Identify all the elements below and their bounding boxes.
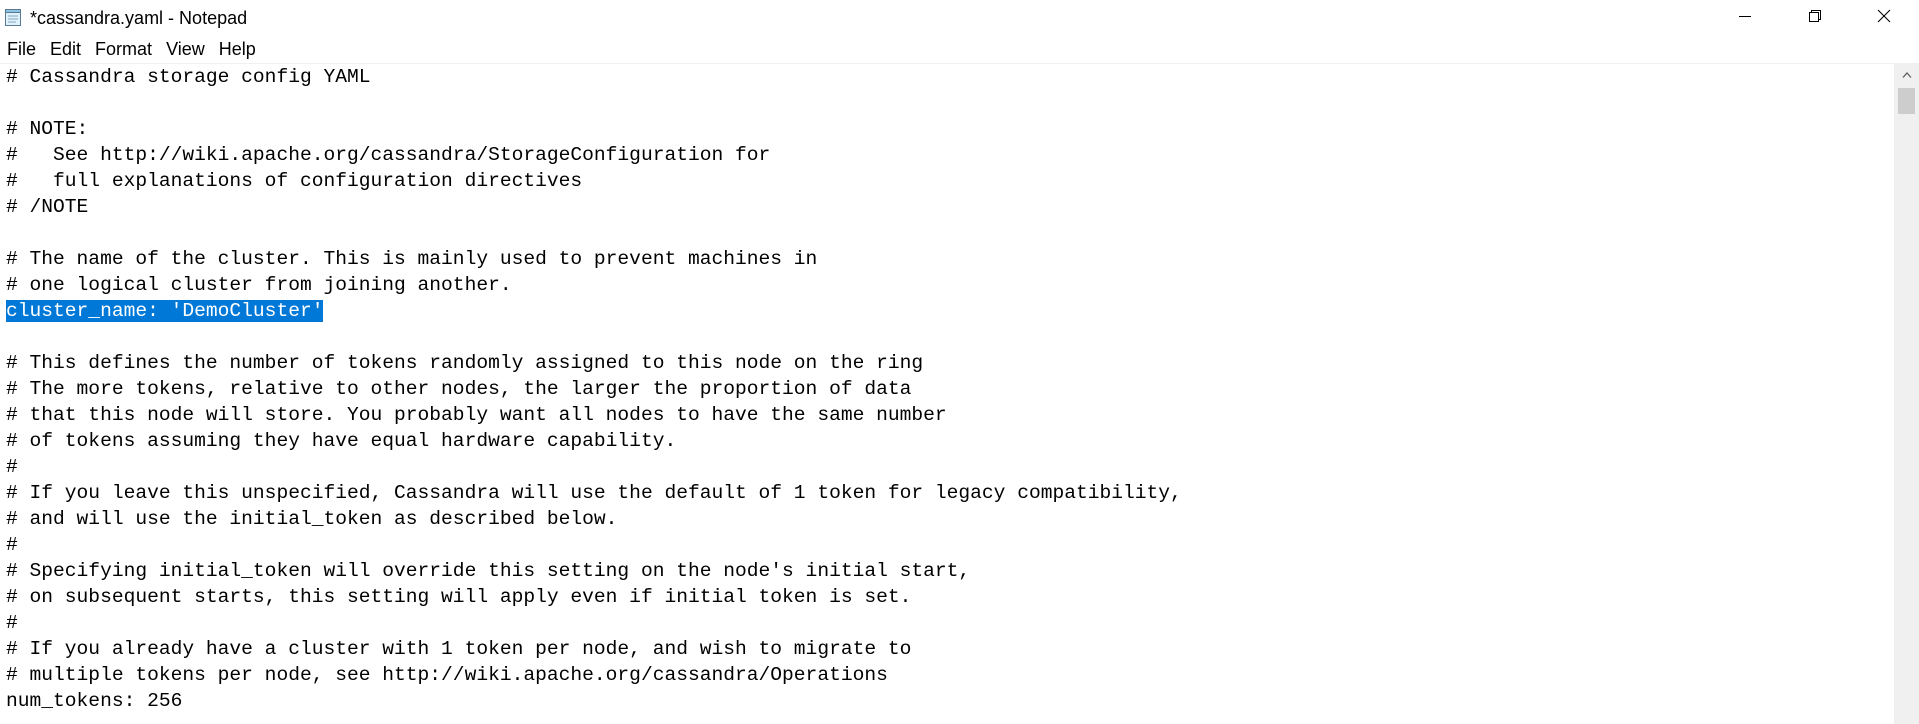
restore-button[interactable] [1780, 0, 1850, 36]
scroll-up-button[interactable] [1894, 64, 1919, 86]
editor-line[interactable]: # multiple tokens per node, see http://w… [6, 662, 1182, 688]
line-text: # If you leave this unspecified, Cassand… [6, 482, 1182, 504]
menu-format[interactable]: Format [88, 36, 159, 62]
text-editor[interactable]: # Cassandra storage config YAML # NOTE: # … [0, 64, 1894, 724]
minimize-icon [1737, 8, 1753, 29]
editor-line[interactable]: # If you already have a cluster with 1 t… [6, 636, 1182, 662]
line-text: # [6, 612, 18, 634]
scroll-up-arrow-icon [1902, 66, 1912, 84]
line-text: # NOTE: [6, 118, 89, 140]
editor-line[interactable]: # If you leave this unspecified, Cassand… [6, 480, 1182, 506]
line-text: # full explanations of configuration dir… [6, 170, 583, 192]
editor-line[interactable]: num_tokens: 256 [6, 688, 1182, 714]
line-text: # and will use the initial_token as desc… [6, 508, 618, 530]
editor-line[interactable]: # The name of the cluster. This is mainl… [6, 246, 1182, 272]
line-text: # multiple tokens per node, see http://w… [6, 664, 888, 686]
menu-bar: File Edit Format View Help [0, 36, 1919, 62]
close-button[interactable] [1849, 0, 1919, 36]
selected-text: cluster_name: 'DemoCluster' [6, 300, 324, 322]
editor-line[interactable] [6, 324, 1182, 350]
editor-line[interactable]: # See http://wiki.apache.org/cassandra/S… [6, 142, 1182, 168]
line-text: # that this node will store. You probabl… [6, 404, 947, 426]
line-text: # Cassandra storage config YAML [6, 66, 371, 88]
editor-line[interactable]: # [6, 454, 1182, 480]
editor-content[interactable]: # Cassandra storage config YAML # NOTE: # … [6, 64, 1182, 714]
line-text: # The name of the cluster. This is mainl… [6, 248, 818, 270]
notepad-window: *cassandra.yaml - Notepad File Edit Form… [0, 0, 1919, 724]
vertical-scrollbar[interactable] [1894, 64, 1919, 724]
line-text: # If you already have a cluster with 1 t… [6, 638, 912, 660]
editor-line[interactable]: # /NOTE [6, 194, 1182, 220]
menu-view[interactable]: View [159, 36, 212, 62]
menu-help[interactable]: Help [212, 36, 263, 62]
line-text: # one logical cluster from joining anoth… [6, 274, 512, 296]
editor-line[interactable]: # NOTE: [6, 116, 1182, 142]
close-icon [1876, 8, 1892, 29]
editor-line[interactable]: # This defines the number of tokens rand… [6, 350, 1182, 376]
menu-edit[interactable]: Edit [43, 36, 88, 62]
title-bar[interactable]: *cassandra.yaml - Notepad [0, 0, 1919, 36]
line-text: num_tokens: 256 [6, 690, 183, 712]
line-text: # Specifying initial_token will override… [6, 560, 971, 582]
editor-line[interactable] [6, 220, 1182, 246]
editor-line[interactable]: # Specifying initial_token will override… [6, 558, 1182, 584]
menu-file[interactable]: File [0, 36, 43, 62]
editor-line[interactable] [6, 90, 1182, 116]
editor-line[interactable]: # on subsequent starts, this setting wil… [6, 584, 1182, 610]
restore-icon [1807, 8, 1823, 29]
editor-line[interactable]: # one logical cluster from joining anoth… [6, 272, 1182, 298]
line-text: # of tokens assuming they have equal har… [6, 430, 677, 452]
line-text: # /NOTE [6, 196, 89, 218]
line-text: # This defines the number of tokens rand… [6, 352, 924, 374]
editor-line[interactable]: cluster_name: 'DemoCluster' [6, 298, 1182, 324]
line-text: # [6, 534, 18, 556]
line-text: # [6, 456, 18, 478]
editor-line[interactable]: # of tokens assuming they have equal har… [6, 428, 1182, 454]
notepad-icon[interactable] [4, 7, 22, 27]
line-text: # on subsequent starts, this setting wil… [6, 586, 912, 608]
line-text: # The more tokens, relative to other nod… [6, 378, 912, 400]
editor-line[interactable]: # that this node will store. You probabl… [6, 402, 1182, 428]
scroll-thumb[interactable] [1898, 88, 1915, 114]
editor-line[interactable]: # [6, 532, 1182, 558]
minimize-button[interactable] [1710, 0, 1780, 36]
line-text: # See http://wiki.apache.org/cassandra/S… [6, 144, 771, 166]
window-title: *cassandra.yaml - Notepad [30, 8, 248, 28]
editor-line[interactable]: # Cassandra storage config YAML [6, 64, 1182, 90]
editor-line[interactable]: # full explanations of configuration dir… [6, 168, 1182, 194]
editor-line[interactable]: # The more tokens, relative to other nod… [6, 376, 1182, 402]
editor-line[interactable]: # and will use the initial_token as desc… [6, 506, 1182, 532]
editor-line[interactable]: # [6, 610, 1182, 636]
